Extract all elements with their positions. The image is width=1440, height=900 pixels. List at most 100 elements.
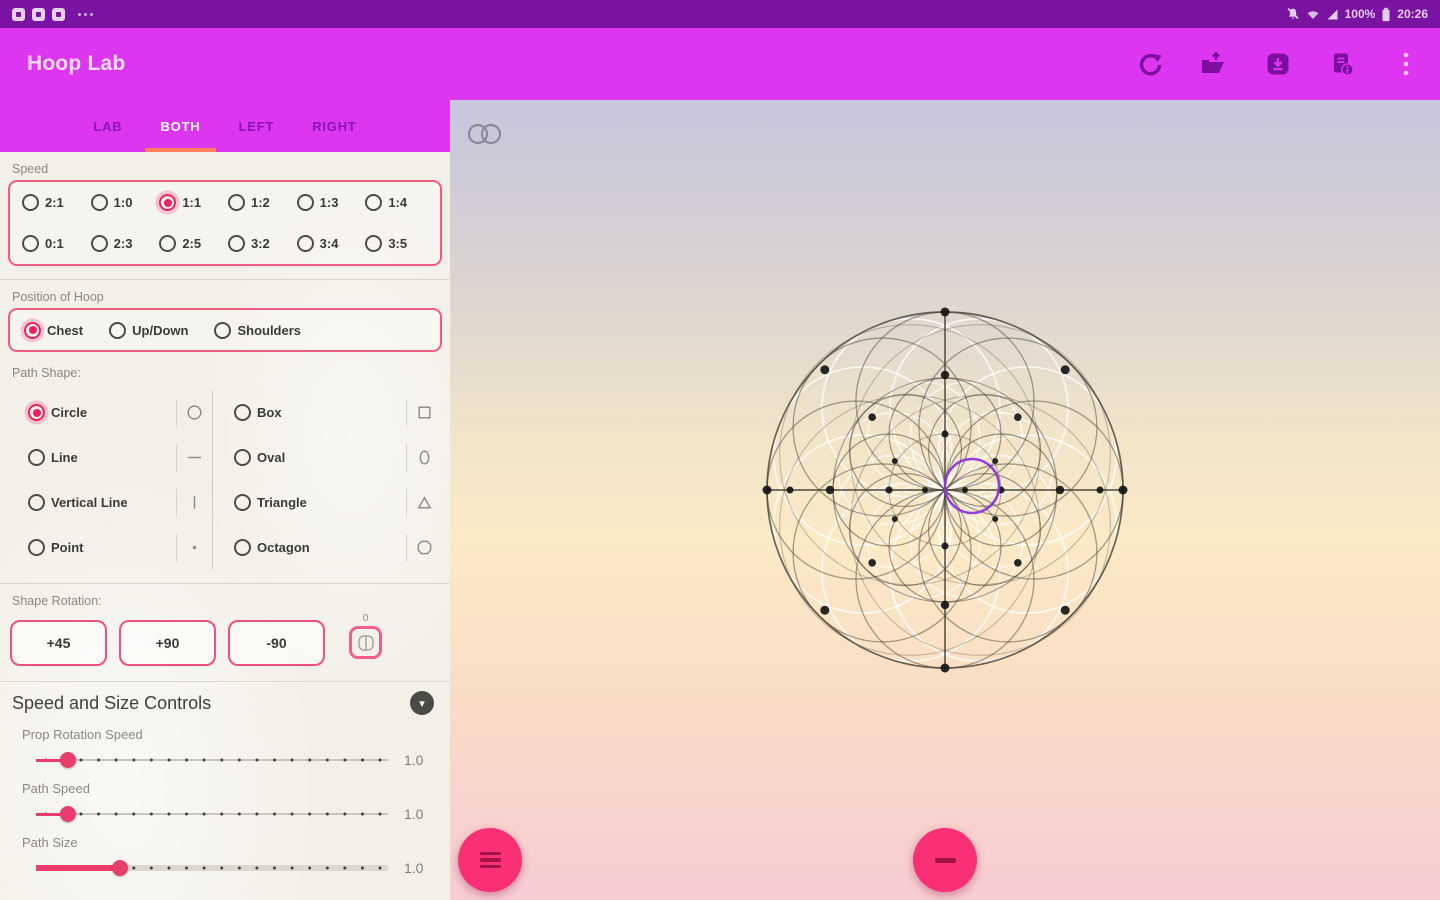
radio-icon <box>159 235 177 252</box>
divider <box>0 583 450 584</box>
speed-option-2-3[interactable]: 2:3 <box>90 235 160 252</box>
shape-option-point[interactable]: Point <box>28 539 84 556</box>
rotate-90-button[interactable]: -90 <box>228 620 325 666</box>
file-info-icon[interactable] <box>1328 50 1356 78</box>
path-shape-circle[interactable]: Circle <box>0 390 212 435</box>
position-option-up-down[interactable]: Up/Down <box>109 321 189 339</box>
radio-label: Vertical Line <box>51 495 128 510</box>
slider-label: Path Size <box>22 835 78 850</box>
tab-left[interactable]: LEFT <box>220 100 294 152</box>
path-shape-box[interactable]: Box <box>213 390 450 435</box>
slider-value: 1.0 <box>404 806 424 822</box>
position-row: Chest Up/Down Shoulders <box>10 310 440 350</box>
speed-size-controls-title: Speed and Size Controls <box>12 692 212 713</box>
sliders-container: Prop Rotation Speed 1.0 Path Speed 1.0 Path … <box>0 727 450 877</box>
flip-shape-button[interactable] <box>349 626 382 659</box>
tab-label: LEFT <box>238 118 275 134</box>
shape-option-vertical-line[interactable]: Vertical Line <box>28 494 128 511</box>
position-radio-group: Chest Up/Down Shoulders <box>8 308 442 352</box>
speed-section-label: Speed <box>12 162 49 176</box>
tab-bar: LAB BOTH LEFT RIGHT <box>0 100 450 152</box>
position-option-shoulders[interactable]: Shoulders <box>214 321 301 339</box>
position-option-chest[interactable]: Chest <box>24 321 84 339</box>
point-icon <box>176 533 212 562</box>
path-shape-octagon[interactable]: Octagon <box>213 525 450 570</box>
speed-option-3-2[interactable]: 3:2 <box>227 235 297 252</box>
slider-thumb[interactable] <box>59 752 76 768</box>
prop-rotation-speed-slider[interactable] <box>36 751 388 769</box>
chevron-down-icon: ▾ <box>419 697 425 710</box>
radio-icon <box>365 194 383 211</box>
radio-selected-icon <box>159 194 177 211</box>
radio-label: 0:1 <box>45 236 64 251</box>
app-bar-actions <box>1136 50 1420 78</box>
slider-value: 1.0 <box>404 860 424 876</box>
battery-percent: 100% <box>1344 7 1376 21</box>
path-shape-triangle[interactable]: Triangle <box>213 480 450 525</box>
speed-option-1-1[interactable]: 1:1 <box>159 194 228 211</box>
rotate-90-button[interactable]: +90 <box>119 620 216 666</box>
box-icon <box>406 398 442 427</box>
pause-fab[interactable] <box>913 828 977 892</box>
slider-thumb[interactable] <box>59 806 76 822</box>
radio-label: Chest <box>47 322 84 338</box>
save-icon[interactable] <box>1264 50 1292 78</box>
path-shape-vertical-line[interactable]: Vertical Line <box>0 480 212 525</box>
divider <box>0 279 450 280</box>
radio-icon <box>234 404 251 421</box>
speed-option-1-0[interactable]: 1:0 <box>90 194 160 211</box>
shape-option-oval[interactable]: Oval <box>234 449 285 466</box>
collapse-section-button[interactable]: ▾ <box>410 691 434 715</box>
shape-option-line[interactable]: Line <box>28 449 78 466</box>
radio-icon <box>90 194 108 211</box>
control-panel: Speed 2:1 1:0 1:1 1:2 1:3 1:4 0:1 2:3 2:5 3:2 3:4… <box>0 152 450 900</box>
path-shape-grid: Circle Line Vertical Line Point Box Oval Tria… <box>0 390 450 570</box>
speed-option-1-2[interactable]: 1:2 <box>227 194 297 211</box>
wifi-icon <box>1307 10 1318 19</box>
path-speed-slider[interactable] <box>36 805 388 823</box>
shape-option-triangle[interactable]: Triangle <box>234 494 307 511</box>
speed-option-1-4[interactable]: 1:4 <box>365 194 434 211</box>
dash-icon <box>934 857 956 863</box>
slider-ticks <box>36 805 388 823</box>
simulation-canvas[interactable] <box>450 100 1440 900</box>
speed-option-1-3[interactable]: 1:3 <box>296 194 366 211</box>
path-shape-point[interactable]: Point <box>0 525 212 570</box>
menu-fab[interactable] <box>458 828 522 892</box>
redo-icon[interactable] <box>1136 50 1164 78</box>
radio-label: Up/Down <box>132 322 189 338</box>
tab-both[interactable]: BOTH <box>141 100 219 152</box>
speed-option-3-4[interactable]: 3:4 <box>296 235 366 252</box>
rotate-45-button[interactable]: +45 <box>10 620 107 666</box>
shape-option-circle[interactable]: Circle <box>28 404 87 421</box>
overflow-menu-icon[interactable] <box>1392 50 1420 78</box>
notification-app-icon <box>32 7 45 21</box>
horizontal-line-icon <box>176 443 212 472</box>
shape-option-box[interactable]: Box <box>234 404 282 421</box>
path-size-slider[interactable] <box>36 859 388 877</box>
radio-icon <box>227 194 245 211</box>
radio-label: 3:2 <box>250 236 270 251</box>
status-bar: 100% 20:26 <box>0 0 1440 28</box>
radio-icon <box>22 194 39 211</box>
speed-option-0-1[interactable]: 0:1 <box>22 235 91 252</box>
clock: 20:26 <box>1397 7 1428 21</box>
open-project-icon[interactable] <box>1200 50 1228 78</box>
tab-lab[interactable]: LAB <box>74 100 141 152</box>
shape-option-octagon[interactable]: Octagon <box>234 539 310 556</box>
radio-label: 1:4 <box>388 195 408 210</box>
tab-right[interactable]: RIGHT <box>293 100 375 152</box>
path-shape-oval[interactable]: Oval <box>213 435 450 480</box>
speed-option-2-1[interactable]: 2:1 <box>22 194 91 211</box>
path-shape-line[interactable]: Line <box>0 435 212 480</box>
slider-label: Path Speed <box>22 781 90 796</box>
radio-icon <box>109 321 127 339</box>
radio-icon <box>296 194 314 211</box>
path-speed-slider-block: Path Speed 1.0 <box>0 781 450 823</box>
radio-icon <box>365 235 383 252</box>
slider-ticks <box>36 751 388 769</box>
speed-option-2-5[interactable]: 2:5 <box>159 235 228 252</box>
speed-option-3-5[interactable]: 3:5 <box>365 235 434 252</box>
rotation-angle-value: 0 <box>362 613 369 624</box>
tab-label: BOTH <box>160 118 201 134</box>
